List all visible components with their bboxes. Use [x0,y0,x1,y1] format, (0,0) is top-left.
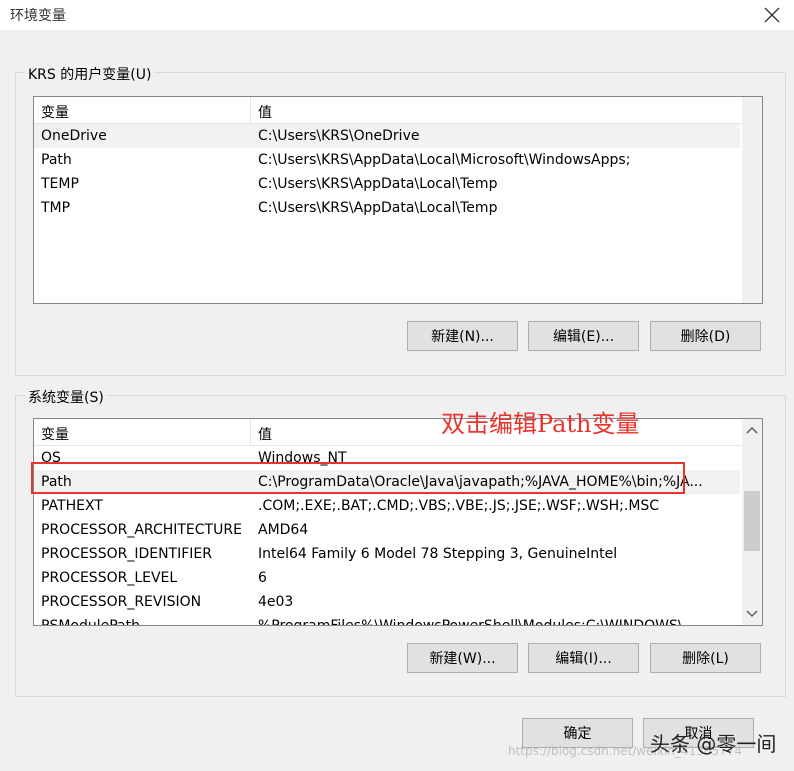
system-delete-button[interactable]: 删除(L) [650,643,761,673]
user-edit-button[interactable]: 编辑(E)... [528,321,639,351]
scroll-up-icon[interactable] [742,421,762,441]
variable-name: OneDrive [41,128,107,144]
variable-value: AMD64 [258,522,309,538]
variable-value: C:\Users\KRS\AppData\Local\Temp [258,200,498,216]
system-vars-scrollbar[interactable] [742,419,762,625]
window-title: 环境变量 [10,8,66,24]
highlight-box [31,462,685,494]
title-bar: 环境变量 [0,0,794,30]
list-item[interactable]: PROCESSOR_IDENTIFIER Intel64 Family 6 Mo… [34,542,740,566]
user-vars-list[interactable]: 变量 值 OneDrive C:\Users\KRS\OneDrive Path… [33,96,763,304]
list-item[interactable]: TMP C:\Users\KRS\AppData\Local\Temp [34,196,740,220]
system-edit-button[interactable]: 编辑(I)... [528,643,639,673]
column-header-value[interactable]: 值 [258,424,272,444]
user-new-button[interactable]: 新建(N)... [407,321,518,351]
variable-value: 6 [258,570,267,586]
list-item[interactable]: PROCESSOR_LEVEL 6 [34,566,740,590]
user-vars-scrollbar[interactable] [742,97,762,303]
system-vars-group-label: 系统变量(S) [25,387,107,407]
list-item[interactable]: OneDrive C:\Users\KRS\OneDrive [34,124,740,148]
column-header-value[interactable]: 值 [258,102,272,122]
system-vars-list[interactable]: 变量 值 OS Windows_NT Path C:\ProgramData\O… [33,418,763,626]
list-header: 变量 值 [34,97,742,124]
variable-name: TEMP [41,176,79,192]
brand-watermark: 头条 @零一间 [650,732,777,756]
variable-name: TMP [41,200,71,216]
variable-value: Intel64 Family 6 Model 78 Stepping 3, Ge… [258,546,618,562]
variable-value: C:\Users\KRS\AppData\Local\Microsoft\Win… [258,152,631,168]
user-delete-button[interactable]: 删除(D) [650,321,761,351]
scroll-thumb[interactable] [744,491,760,551]
system-new-button[interactable]: 新建(W)... [407,643,518,673]
variable-name: PSModulePath [41,618,140,626]
list-item[interactable]: TEMP C:\Users\KRS\AppData\Local\Temp [34,172,740,196]
variable-value: 4e03 [258,594,294,610]
variable-value: %ProgramFiles%\WindowsPowerShell\Modules… [258,618,696,626]
variable-name: PROCESSOR_IDENTIFIER [41,546,212,562]
list-item[interactable]: PROCESSOR_ARCHITECTURE AMD64 [34,518,740,542]
list-item[interactable]: Path C:\Users\KRS\AppData\Local\Microsof… [34,148,740,172]
column-header-variable[interactable]: 变量 [41,424,69,444]
variable-name: PROCESSOR_ARCHITECTURE [41,522,242,538]
list-item[interactable]: PROCESSOR_REVISION 4e03 [34,590,740,614]
list-item[interactable]: PATHEXT .COM;.EXE;.BAT;.CMD;.VBS;.VBE;.J… [34,494,740,518]
variable-value: .COM;.EXE;.BAT;.CMD;.VBS;.VBE;.JS;.JSE;.… [258,498,660,514]
scroll-down-icon[interactable] [742,603,762,623]
column-divider[interactable] [250,97,251,123]
column-divider[interactable] [250,419,251,445]
user-vars-group-label: KRS 的用户变量(U) [25,64,155,84]
close-icon[interactable] [760,3,784,27]
variable-value: C:\Users\KRS\AppData\Local\Temp [258,176,498,192]
variable-name: PROCESSOR_REVISION [41,594,202,610]
variable-value: C:\Users\KRS\OneDrive [258,128,420,144]
variable-name: PATHEXT [41,498,103,514]
annotation-text: 双击编辑Path变量 [441,410,640,438]
column-header-variable[interactable]: 变量 [41,102,69,122]
list-item[interactable]: PSModulePath %ProgramFiles%\WindowsPower… [34,614,740,626]
variable-name: Path [41,152,72,168]
variable-name: PROCESSOR_LEVEL [41,570,178,586]
